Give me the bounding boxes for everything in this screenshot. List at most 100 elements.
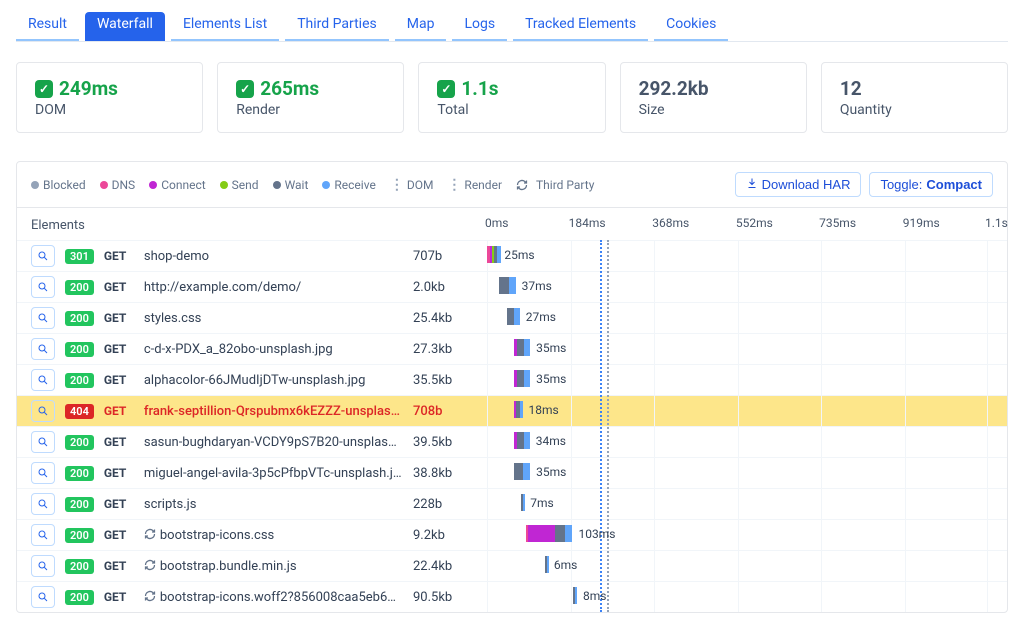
table-row[interactable]: 200GETalphacolor-66JMudIjDTw-unsplash.jp…: [17, 364, 1007, 395]
timeline-cell: 25ms: [477, 241, 1007, 268]
summary-card-dom: ✓249msDOM: [16, 62, 203, 133]
timing-bar: [514, 370, 530, 387]
tab-tracked-elements[interactable]: Tracked Elements: [513, 12, 648, 41]
tab-logs[interactable]: Logs: [452, 12, 507, 41]
resource-size: 22.4kb: [413, 559, 463, 574]
refresh-icon: [144, 528, 156, 540]
http-method: GET: [104, 342, 134, 356]
duration-label: 7ms: [526, 494, 553, 511]
resource-name: bootstrap-icons.woff2?856008caa5eb66df68…: [160, 590, 403, 605]
zoom-button[interactable]: [31, 524, 55, 546]
status-badge: 200: [65, 311, 94, 326]
check-icon: ✓: [437, 80, 455, 98]
zoom-button[interactable]: [31, 400, 55, 422]
legend-dom: ⋮DOM: [390, 177, 434, 193]
toggle-compact-button[interactable]: Toggle: Compact: [869, 172, 993, 197]
table-row[interactable]: 200 GET bootstrap-icons.woff2?856008caa5eb…: [17, 581, 1007, 612]
status-badge: 200: [65, 342, 94, 357]
tab-third-parties[interactable]: Third Parties: [285, 12, 389, 41]
duration-label: 37ms: [518, 277, 552, 294]
summary-card-size: 292.2kbSize: [620, 62, 807, 133]
legend-label: Wait: [285, 178, 309, 192]
http-method: GET: [104, 590, 134, 604]
resource-name: scripts.js: [144, 497, 197, 512]
resource-name: styles.css: [144, 311, 202, 326]
download-har-button[interactable]: Download HAR: [735, 172, 862, 197]
seg-wait: [555, 525, 565, 542]
duration-label: 103ms: [574, 525, 615, 542]
dot-icon: [149, 181, 157, 189]
column-title: Elements: [31, 218, 85, 233]
refresh-icon: [144, 590, 156, 602]
time-tick: 735ms: [819, 216, 856, 230]
resource-size: 27.3kb: [413, 342, 463, 357]
table-row[interactable]: 200GEThttp://example.com/demo/2.0kb37ms: [17, 271, 1007, 302]
table-row[interactable]: 200GETscripts.js228b7ms: [17, 488, 1007, 519]
table-row[interactable]: 404GETfrank-septillion-Qrspubmx6kEZZZ-un…: [17, 395, 1007, 426]
card-value: 292.2kb: [639, 77, 709, 100]
table-row[interactable]: 200GETbootstrap-icons.css9.2kb103ms: [17, 519, 1007, 550]
resource-size: 25.4kb: [413, 311, 463, 326]
resource-size: 9.2kb: [413, 528, 463, 543]
tab-result[interactable]: Result: [16, 12, 79, 41]
legend-label: Third Party: [536, 178, 594, 192]
timing-bar: [487, 246, 501, 263]
http-method: GET: [104, 435, 134, 449]
card-value: 249ms: [59, 77, 118, 100]
table-row[interactable]: 200GETbootstrap.bundle.min.js22.4kb6ms: [17, 550, 1007, 581]
zoom-button[interactable]: [31, 431, 55, 453]
legend-blocked: Blocked: [31, 178, 86, 192]
table-row[interactable]: 200 GET sasun-bughdaryan-VCDY9pS7B20-unspl…: [17, 426, 1007, 457]
table-row[interactable]: 200GETstyles.css25.4kb27ms: [17, 302, 1007, 333]
waterfall-body: Elements 0ms184ms368ms552ms735ms919ms1.1…: [17, 208, 1007, 240]
tab-waterfall[interactable]: Waterfall: [85, 12, 165, 41]
zoom-button[interactable]: [31, 307, 55, 329]
timing-bar: [521, 494, 525, 511]
status-badge: 200: [65, 435, 94, 450]
seg-receive: [520, 401, 522, 418]
summary-card-quantity: 12Quantity: [821, 62, 1008, 133]
dot-icon: [31, 181, 39, 189]
seg-receive: [524, 339, 530, 356]
http-method: GET: [104, 404, 134, 418]
timing-bar: [514, 463, 530, 480]
zoom-button[interactable]: [31, 586, 55, 608]
refresh-icon: [144, 559, 156, 571]
zoom-button[interactable]: [31, 338, 55, 360]
zoom-button[interactable]: [31, 245, 55, 267]
tab-cookies[interactable]: Cookies: [654, 12, 728, 41]
resource-name: miguel-angel-avila-3p5cPfbpVTc-unsplash.…: [144, 466, 403, 481]
resource-name: alphacolor-66JMudIjDTw-unsplash.jpg: [144, 373, 366, 388]
timeline-cell: 35ms: [477, 334, 1007, 361]
tab-elements-list[interactable]: Elements List: [171, 12, 279, 41]
table-row[interactable]: 200GETmiguel-angel-avila-3p5cPfbpVTc-uns…: [17, 457, 1007, 488]
status-badge: 200: [65, 280, 94, 295]
vdots-icon: ⋮: [390, 177, 403, 193]
waterfall-rows: 301GETshop-demo707b25ms200GEThttp://exam…: [17, 240, 1007, 612]
dot-icon: [273, 181, 281, 189]
seg-receive: [523, 463, 530, 480]
http-method: GET: [104, 249, 134, 263]
summary-cards: ✓249msDOM✓265msRender✓1.1sTotal292.2kbSi…: [16, 62, 1008, 133]
zoom-button[interactable]: [31, 493, 55, 515]
table-row[interactable]: 200GETc-d-x-PDX_a_82obo-unsplash.jpg27.3…: [17, 333, 1007, 364]
tab-map[interactable]: Map: [395, 12, 447, 41]
waterfall-panel: Blocked DNS Connect Send Wait Receive ⋮D…: [16, 161, 1008, 613]
legend-label: DNS: [112, 178, 136, 192]
dot-icon: [220, 181, 228, 189]
legend-render: ⋮Render: [447, 177, 502, 193]
zoom-button[interactable]: [31, 369, 55, 391]
timeline-cell: 35ms: [477, 458, 1007, 485]
status-badge: 200: [65, 590, 94, 605]
zoom-button[interactable]: [31, 555, 55, 577]
seg-wait: [499, 277, 509, 294]
seg-connect: [528, 525, 555, 542]
zoom-button[interactable]: [31, 276, 55, 298]
timeline-cell: 27ms: [477, 303, 1007, 330]
zoom-button[interactable]: [31, 462, 55, 484]
legend-wait: Wait: [273, 178, 309, 192]
table-row[interactable]: 301GETshop-demo707b25ms: [17, 240, 1007, 271]
resource-name: sasun-bughdaryan-VCDY9pS7B20-unsplash.jp…: [144, 435, 403, 450]
status-badge: 404: [65, 404, 94, 419]
timeline-cell: 7ms: [477, 489, 1007, 516]
